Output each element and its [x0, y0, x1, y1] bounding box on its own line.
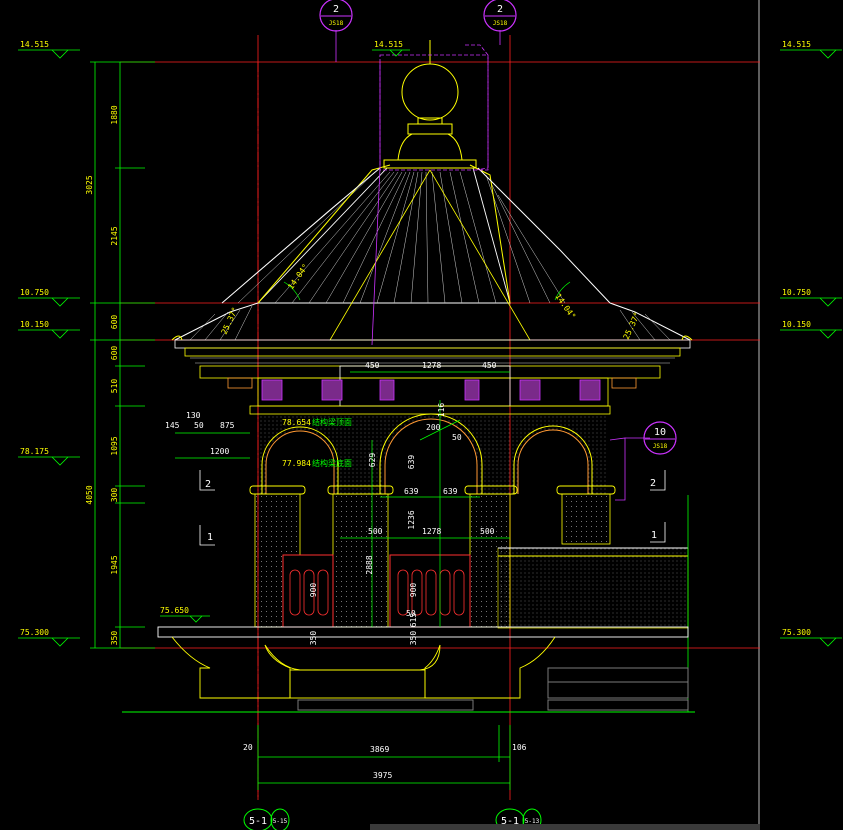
section-right-upper: 2	[650, 478, 656, 489]
dim-639-b: 639	[443, 487, 458, 496]
callout-sheet: JS18	[493, 20, 508, 27]
level-top-center: 14.515	[374, 40, 403, 49]
dim-inner-1: 1880	[110, 105, 119, 124]
level-eave-upper-right: 10.750	[782, 288, 811, 297]
level-eave-lower-left: 10.150	[20, 320, 49, 329]
dim-350-a: 350	[309, 631, 318, 646]
bracket	[579, 379, 601, 401]
balustrade-left	[282, 554, 334, 628]
dim-outer-1: 3025	[85, 175, 94, 194]
dim-900-b: 900	[409, 583, 418, 598]
section-left-lower: 1	[207, 532, 213, 543]
balustrade-center	[389, 554, 471, 628]
struct-bottom-text: 结构梁底面	[312, 458, 352, 468]
dim-inner-6: 1095	[110, 436, 119, 455]
dim-inner-5: 510	[110, 379, 119, 394]
dim-inner-4: 600	[110, 346, 119, 361]
pillar-right	[561, 493, 611, 545]
dim-mid-1278: 1278	[422, 527, 441, 536]
pillar-mid-left	[332, 493, 389, 628]
dim-639-a: 639	[404, 487, 419, 496]
dim-2888: 2888	[365, 555, 374, 574]
callout-sheet: JS18	[329, 20, 344, 27]
dim-mid-500-left: 500	[368, 527, 383, 536]
struct-top-elev: 78.654	[282, 418, 311, 427]
level-mid-left: 78.175	[20, 447, 49, 456]
bracket	[379, 379, 395, 401]
dim-200: 200	[426, 423, 441, 432]
axis-sub-label: 5-15	[273, 818, 288, 825]
callout-sheet: JS18	[653, 443, 668, 450]
struct-top-text: 结构梁顶面	[312, 417, 352, 427]
bracket	[321, 379, 343, 401]
dim-50b: 50	[452, 433, 462, 442]
dim-145: 145	[165, 421, 180, 430]
dim-top-450-left: 450	[365, 361, 380, 370]
dim-1236: 1236	[407, 510, 416, 529]
dim-inner-8: 1945	[110, 555, 119, 574]
dim-629: 629	[368, 453, 377, 468]
level-top-left: 14.515	[20, 40, 49, 49]
dim-639-v: 639	[407, 455, 416, 470]
section-right-lower: 1	[651, 530, 657, 541]
arch-right	[517, 429, 589, 494]
cad-elevation-drawing: 2 JS18 2 JS18 10 JS18 14.515 10.750 10.1…	[0, 0, 843, 830]
callout-number: 2	[497, 4, 503, 15]
level-base-center: 75.650	[160, 606, 189, 615]
section-left-upper: 2	[205, 479, 211, 490]
level-top-right: 14.515	[782, 40, 811, 49]
struct-bottom-elev: 77.984	[282, 459, 311, 468]
level-eave-lower-right: 10.150	[782, 320, 811, 329]
dim-50c: 50	[406, 609, 416, 618]
dim-inner-7: 300	[110, 488, 119, 503]
axis-sub-label: 5-13	[525, 818, 540, 825]
dim-top-1278: 1278	[422, 361, 441, 370]
dim-875: 875	[220, 421, 235, 430]
dim-50: 50	[194, 421, 204, 430]
dim-bottom-106: 106	[512, 743, 527, 752]
level-base-right: 75.300	[782, 628, 811, 637]
bracket	[261, 379, 283, 401]
dim-1200: 1200	[210, 447, 229, 456]
callout-number: 10	[654, 427, 666, 438]
dim-350-b: 350	[409, 631, 418, 646]
dim-900-a: 900	[309, 583, 318, 598]
level-eave-upper-left: 10.750	[20, 288, 49, 297]
annex-wall	[497, 547, 689, 629]
dim-bottom-3869: 3869	[370, 745, 389, 754]
axis-label: 5-1	[249, 816, 267, 827]
dim-mid-500-right: 500	[480, 527, 495, 536]
dim-bottom-3975: 3975	[373, 771, 392, 780]
dim-inner-9: 350	[110, 631, 119, 646]
dim-top-450-right: 450	[482, 361, 497, 370]
level-base-left: 75.300	[20, 628, 49, 637]
status-strip	[370, 824, 760, 830]
bracket	[519, 379, 541, 401]
dim-116: 116	[437, 403, 446, 418]
dim-outer-2: 4050	[85, 485, 94, 504]
callout-number: 2	[333, 4, 339, 15]
dim-bottom-20: 20	[243, 743, 253, 752]
dim-inner-3: 600	[110, 315, 119, 330]
bracket	[464, 379, 480, 401]
dim-inner-2: 2145	[110, 226, 119, 245]
dim-130: 130	[186, 411, 201, 420]
